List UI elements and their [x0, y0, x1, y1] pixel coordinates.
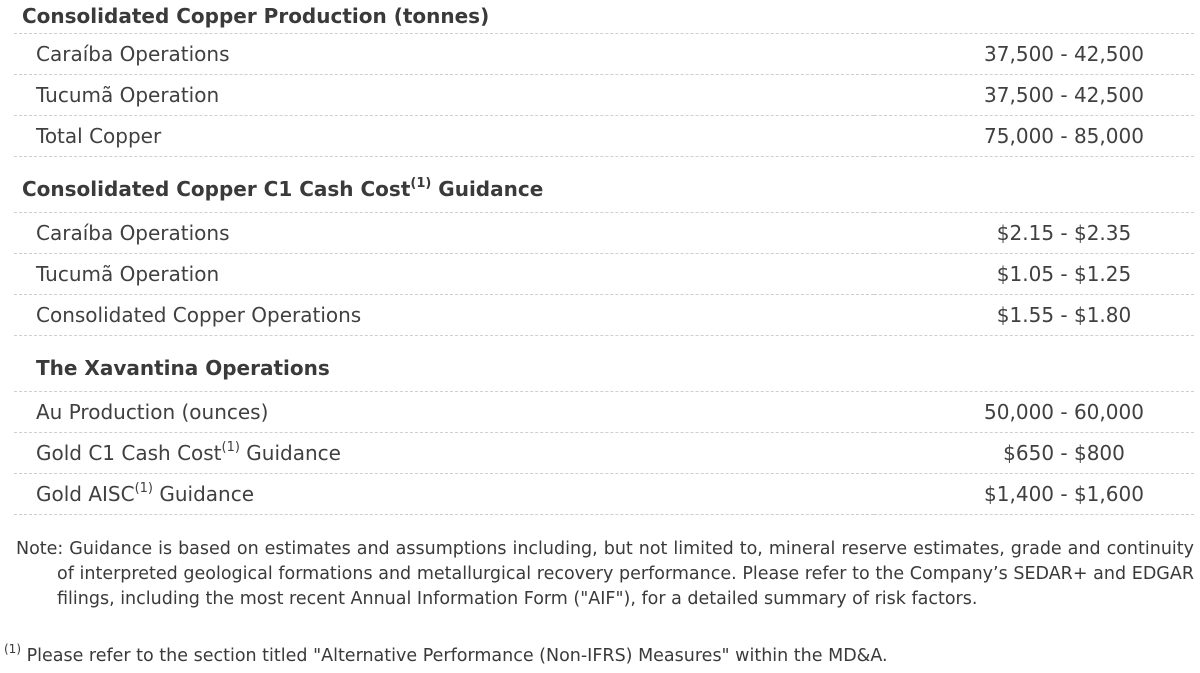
row-value: 50,000 - 60,000 — [874, 391, 1195, 433]
row-value: $2.15 - $2.35 — [874, 212, 1195, 254]
row-value: $1.05 - $1.25 — [874, 253, 1195, 295]
row-value: $650 - $800 — [874, 432, 1195, 474]
footnote-marker: (1) — [221, 439, 240, 455]
table-row: Gold C1 Cash Cost(1) Guidance $650 - $80… — [14, 432, 1195, 474]
table-row: Total Copper 75,000 - 85,000 — [14, 115, 1195, 157]
table-row: Au Production (ounces) 50,000 - 60,000 — [14, 391, 1195, 433]
footnote-marker: (1) — [4, 642, 21, 656]
section-title: Consolidated Copper C1 Cash Cost(1) Guid… — [14, 156, 1195, 213]
row-value: $1,400 - $1,600 — [874, 473, 1195, 515]
row-label: Caraíba Operations — [14, 33, 874, 75]
row-label: Gold C1 Cash Cost(1) Guidance — [14, 432, 874, 474]
guidance-table: Consolidated Copper Production (tonnes) … — [14, 0, 1195, 515]
row-value: 75,000 - 85,000 — [874, 115, 1195, 157]
section-header-xavantina: The Xavantina Operations — [14, 335, 1195, 392]
footnote: (1) Please refer to the section titled "… — [4, 642, 1194, 669]
row-label: Au Production (ounces) — [14, 391, 874, 433]
section-header-copper-production: Consolidated Copper Production (tonnes) — [14, 0, 1195, 34]
guidance-page: Consolidated Copper Production (tonnes) … — [0, 0, 1200, 673]
row-value: 37,500 - 42,500 — [874, 74, 1195, 116]
table-row: Caraíba Operations $2.15 - $2.35 — [14, 212, 1195, 254]
table-row: Tucumã Operation $1.05 - $1.25 — [14, 253, 1195, 295]
footnote-marker: (1) — [410, 176, 432, 191]
row-label: Consolidated Copper Operations — [14, 294, 874, 336]
table-row: Caraíba Operations 37,500 - 42,500 — [14, 33, 1195, 75]
guidance-note: Note: Guidance is based on estimates and… — [16, 539, 1194, 609]
section-title: The Xavantina Operations — [14, 335, 1195, 392]
table-row: Consolidated Copper Operations $1.55 - $… — [14, 294, 1195, 336]
row-value: $1.55 - $1.80 — [874, 294, 1195, 336]
row-label: Tucumã Operation — [14, 74, 874, 116]
row-label: Caraíba Operations — [14, 212, 874, 254]
section-title: Consolidated Copper Production (tonnes) — [14, 0, 1195, 34]
row-label: Gold AISC(1) Guidance — [14, 473, 874, 515]
row-value: 37,500 - 42,500 — [874, 33, 1195, 75]
footnote-marker: (1) — [134, 480, 154, 496]
table-row: Gold AISC(1) Guidance $1,400 - $1,600 — [14, 473, 1195, 515]
footnote-text: Please refer to the section titled "Alte… — [21, 646, 888, 666]
row-label: Total Copper — [14, 115, 874, 157]
table-row: Tucumã Operation 37,500 - 42,500 — [14, 74, 1195, 116]
row-label: Tucumã Operation — [14, 253, 874, 295]
section-header-copper-cash-cost: Consolidated Copper C1 Cash Cost(1) Guid… — [14, 156, 1195, 213]
